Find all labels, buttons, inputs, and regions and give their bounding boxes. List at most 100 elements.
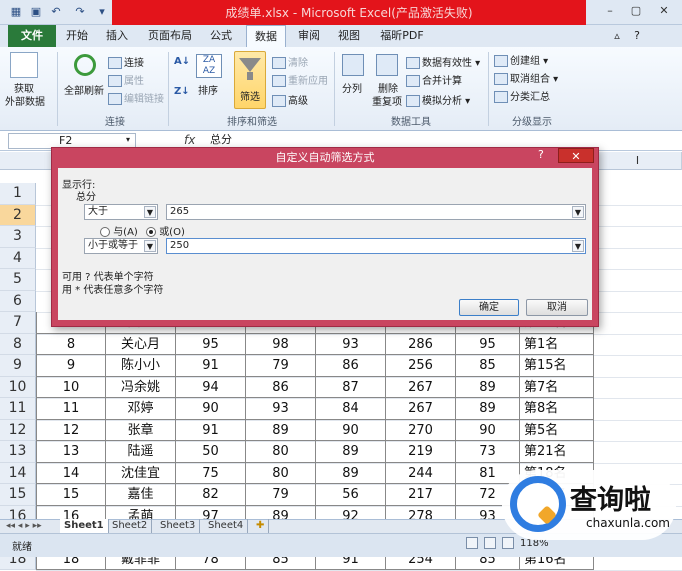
table-cell[interactable]: 80 <box>246 441 316 463</box>
row-header-13[interactable]: 13 <box>0 441 36 463</box>
table-cell[interactable]: 94 <box>176 376 246 398</box>
page-layout-view-icon[interactable] <box>484 537 496 549</box>
dialog-close-button[interactable]: ✕ <box>558 148 594 163</box>
table-cell[interactable]: 256 <box>386 355 456 377</box>
text-to-columns-icon[interactable] <box>342 54 364 76</box>
table-cell[interactable]: 陈小小 <box>106 355 176 377</box>
and-radio[interactable]: 与(A) <box>100 223 138 238</box>
row-header-1[interactable]: 1 <box>0 183 36 205</box>
table-cell[interactable]: 267 <box>386 398 456 420</box>
tab-data[interactable]: 数据 <box>246 25 286 47</box>
edit-links-button[interactable]: 编辑链接 <box>108 90 164 105</box>
table-cell[interactable]: 90 <box>176 398 246 420</box>
tab-file[interactable]: 文件 <box>8 25 56 47</box>
table-cell[interactable]: 9 <box>36 355 106 377</box>
page-break-view-icon[interactable] <box>502 537 514 549</box>
table-cell[interactable]: 沈佳宜 <box>106 462 176 484</box>
sheet-tab-3[interactable]: Sheet3 <box>156 519 201 533</box>
table-cell[interactable]: 79 <box>246 484 316 506</box>
row-header-8[interactable]: 8 <box>0 333 36 355</box>
sheet-tab-4[interactable]: Sheet4 <box>204 519 249 533</box>
sheet-tab-2[interactable]: Sheet2 <box>108 519 153 533</box>
sort-dialog-icon[interactable]: ZA AZ <box>196 54 222 78</box>
table-cell[interactable]: 89 <box>456 376 520 398</box>
undo-icon[interactable]: ↶ <box>48 4 64 20</box>
table-cell[interactable]: 关心月 <box>106 333 176 355</box>
table-cell[interactable]: 嘉佳 <box>106 484 176 506</box>
table-cell[interactable]: 张章 <box>106 419 176 441</box>
restore-button[interactable]: ▢ <box>626 2 646 20</box>
normal-view-icon[interactable] <box>466 537 478 549</box>
table-cell[interactable]: 93 <box>246 398 316 420</box>
external-data-icon[interactable] <box>10 52 38 78</box>
table-cell[interactable]: 217 <box>386 484 456 506</box>
table-cell[interactable]: 89 <box>316 462 386 484</box>
table-cell[interactable]: 286 <box>386 333 456 355</box>
dialog-help-button[interactable]: ? <box>538 148 552 161</box>
table-cell[interactable]: 第15名 <box>520 355 594 377</box>
table-cell[interactable]: 8 <box>36 333 106 355</box>
value1-combobox[interactable]: 265 ▼ <box>166 204 586 220</box>
table-cell[interactable]: 87 <box>316 376 386 398</box>
tab-home[interactable]: 开始 <box>60 25 94 47</box>
table-cell[interactable]: 第7名 <box>520 376 594 398</box>
subtotal-button[interactable]: 分类汇总 <box>494 88 550 103</box>
table-cell[interactable]: 93 <box>316 333 386 355</box>
refresh-icon[interactable] <box>74 54 96 76</box>
table-cell[interactable]: 89 <box>246 419 316 441</box>
close-window-button[interactable]: ✕ <box>654 2 674 20</box>
table-cell[interactable]: 89 <box>316 441 386 463</box>
ungroup-button[interactable]: 取消组合 ▾ <box>494 70 558 85</box>
table-cell[interactable]: 267 <box>386 376 456 398</box>
ok-button[interactable]: 确定 <box>459 299 519 316</box>
table-cell[interactable]: 95 <box>176 333 246 355</box>
tab-review[interactable]: 审阅 <box>292 25 326 47</box>
row-header-5[interactable]: 5 <box>0 269 36 291</box>
sheet-nav-arrows-icon[interactable]: ◂◂ ◂ ▸ ▸▸ <box>6 519 42 533</box>
external-data-label[interactable]: 外部数据 <box>5 93 45 108</box>
filter-button[interactable]: 筛选 <box>234 51 266 109</box>
advanced-filter-button[interactable]: 高级 <box>272 92 308 107</box>
tab-foxit-pdf[interactable]: 福昕PDF <box>374 25 430 47</box>
redo-icon[interactable]: ↷ <box>72 4 88 20</box>
row-header-4[interactable]: 4 <box>0 247 36 269</box>
table-cell[interactable]: 第21名 <box>520 441 594 463</box>
sort-az-icon[interactable]: A↓ <box>174 56 190 67</box>
table-cell[interactable]: 90 <box>456 419 520 441</box>
consolidate-button[interactable]: 合并计算 <box>406 72 462 87</box>
operator1-select[interactable]: 大于 ▼ <box>84 204 158 220</box>
row-header-12[interactable]: 12 <box>0 419 36 441</box>
row-header-3[interactable]: 3 <box>0 226 36 248</box>
row-header-14[interactable]: 14 <box>0 462 36 484</box>
table-cell[interactable]: 219 <box>386 441 456 463</box>
table-cell[interactable]: 12 <box>36 419 106 441</box>
row-header-9[interactable]: 9 <box>0 355 36 377</box>
row-header-6[interactable]: 6 <box>0 290 36 312</box>
table-cell[interactable]: 89 <box>456 398 520 420</box>
row-header-2[interactable]: 2 <box>0 204 36 226</box>
table-cell[interactable]: 80 <box>246 462 316 484</box>
table-cell[interactable]: 13 <box>36 441 106 463</box>
table-cell[interactable]: 98 <box>246 333 316 355</box>
table-cell[interactable]: 10 <box>36 376 106 398</box>
tab-insert[interactable]: 插入 <box>100 25 134 47</box>
row-header-15[interactable]: 15 <box>0 484 36 506</box>
refresh-all-button[interactable]: 全部刷新 <box>64 82 104 97</box>
table-cell[interactable]: 95 <box>456 333 520 355</box>
table-cell[interactable]: 90 <box>316 419 386 441</box>
minimize-button[interactable]: – <box>600 2 620 20</box>
table-cell[interactable]: 79 <box>246 355 316 377</box>
table-cell[interactable]: 11 <box>36 398 106 420</box>
table-cell[interactable]: 244 <box>386 462 456 484</box>
connections-button[interactable]: 连接 <box>108 54 144 69</box>
table-cell[interactable]: 86 <box>316 355 386 377</box>
table-cell[interactable]: 15 <box>36 484 106 506</box>
table-cell[interactable]: 56 <box>316 484 386 506</box>
table-cell[interactable]: 75 <box>176 462 246 484</box>
table-cell[interactable]: 270 <box>386 419 456 441</box>
what-if-button[interactable]: 模拟分析 ▾ <box>406 92 470 107</box>
table-cell[interactable]: 第8名 <box>520 398 594 420</box>
reapply-button[interactable]: 重新应用 <box>272 72 328 87</box>
insert-sheet-icon[interactable]: ✚ <box>252 519 270 533</box>
row-header-11[interactable]: 11 <box>0 398 36 420</box>
